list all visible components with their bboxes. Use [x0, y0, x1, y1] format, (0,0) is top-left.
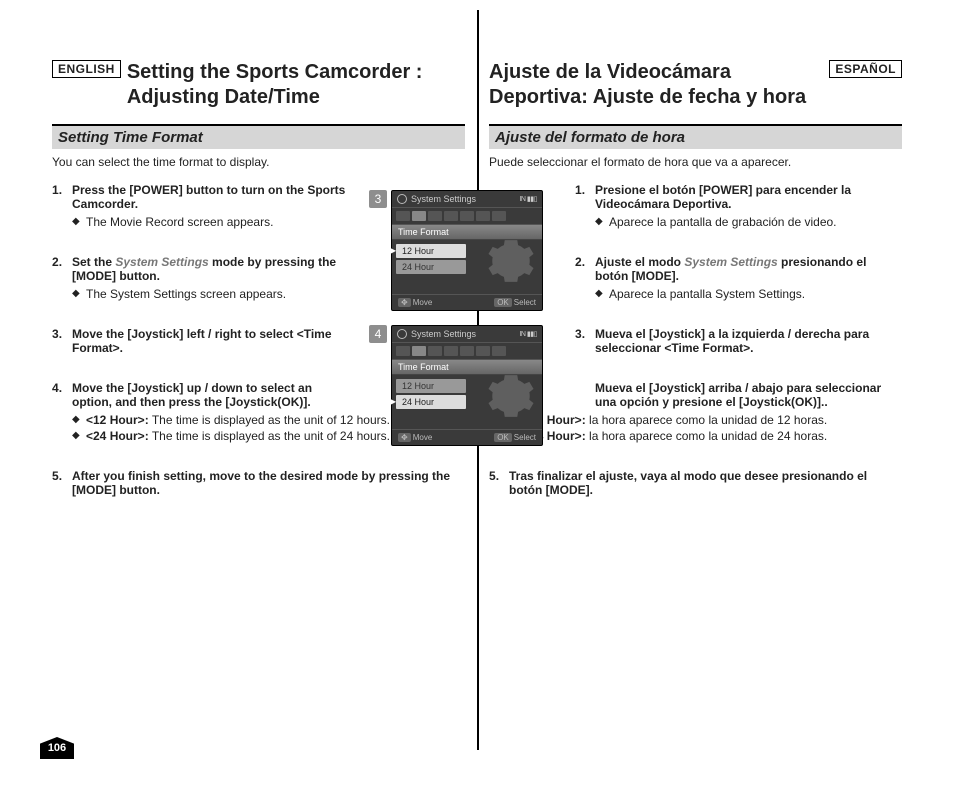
step1-sub-es: Aparece la pantalla de grabación de vide… [595, 215, 902, 229]
move-chip-icon: ✥ [398, 433, 411, 442]
page-number: 106 [40, 737, 74, 759]
move-chip-icon: ✥ [398, 298, 411, 307]
screenshot-3: 3 System Settings IN ▮▮▯ Time Format ▶ 1… [391, 190, 563, 311]
step5-title-es: Tras finalizar el ajuste, vaya al modo q… [509, 469, 902, 497]
step1-title-en: Press the [POWER] button to turn on the … [72, 183, 352, 211]
center-screenshots: 3 System Settings IN ▮▮▯ Time Format ▶ 1… [391, 190, 563, 460]
ok-chip-icon: OK [494, 298, 512, 307]
option-24-hour: 24 Hour [396, 260, 466, 274]
screenshot-4-number: 4 [369, 325, 387, 343]
gear-icon [397, 329, 407, 339]
step4-title-en: Move the [Joystick] up / down to select … [72, 381, 352, 409]
screen-header-text: System Settings [411, 329, 515, 339]
step5-title-en: After you finish setting, move to the de… [72, 469, 465, 497]
step2-title-es: Ajuste el modo System Settings presionan… [595, 255, 902, 283]
ok-chip-icon: OK [494, 433, 512, 442]
step1-title-es: Presione el botón [POWER] para encender … [595, 183, 902, 211]
gear-background-icon [486, 371, 536, 423]
storage-indicator-icon: IN ▮▮▯ [519, 330, 537, 338]
lang-badge-es: ESPAÑOL [829, 60, 902, 78]
step2-sub-es: Aparece la pantalla System Settings. [595, 287, 902, 301]
intro-en: You can select the time format to displa… [52, 155, 465, 169]
selection-arrow-icon: ▶ [390, 246, 396, 255]
subhead-en: Setting Time Format [52, 126, 465, 149]
selection-arrow-icon: ▶ [390, 397, 396, 406]
option-24-hour: 24 Hour [396, 395, 466, 409]
screen-header-text: System Settings [411, 194, 515, 204]
gear-icon [397, 194, 407, 204]
option-12-hour: 12 Hour [396, 379, 466, 393]
settings-tabs [392, 343, 542, 360]
step3-title-en: Move the [Joystick] left / right to sele… [72, 327, 352, 355]
subhead-es: Ajuste del formato de hora [489, 126, 902, 149]
title-es: Ajuste de la Videocámara Deportiva: Ajus… [489, 60, 823, 110]
step4-sub1-es: <12 Hour>: la hora aparece como la unida… [509, 413, 902, 427]
lang-badge-en: ENGLISH [52, 60, 121, 78]
screenshot-3-number: 3 [369, 190, 387, 208]
step4-sub2-es: <24 Hour>: la hora aparece como la unida… [509, 429, 902, 443]
step3-title-es: Mueva el [Joystick] a la izquierda / der… [595, 327, 902, 355]
gear-background-icon [486, 236, 536, 288]
storage-indicator-icon: IN ▮▮▯ [519, 195, 537, 203]
step2-title-en: Set the System Settings mode by pressing… [72, 255, 352, 283]
step4-title-es: Mueva el [Joystick] arriba / abajo para … [509, 381, 902, 409]
intro-es: Puede seleccionar el formato de hora que… [489, 155, 902, 169]
option-12-hour: 12 Hour [396, 244, 466, 258]
settings-tabs [392, 208, 542, 225]
screenshot-4: 4 System Settings IN ▮▮▯ Time Format 12 … [391, 325, 563, 446]
title-en: Setting the Sports Camcorder : Adjusting… [127, 60, 465, 110]
